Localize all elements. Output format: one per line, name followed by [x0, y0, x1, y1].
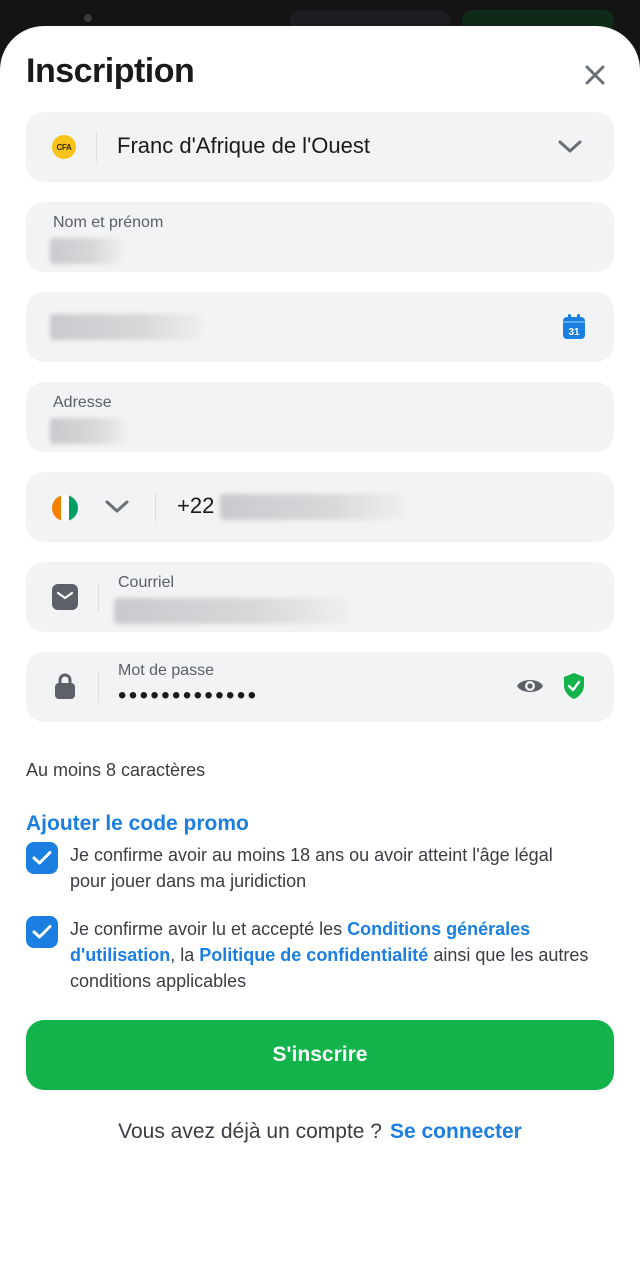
- shield-check-icon: [564, 673, 584, 699]
- phone-number-redacted: [220, 494, 404, 520]
- address-value-redacted: [50, 418, 126, 444]
- fullname-value-redacted: [50, 238, 122, 264]
- country-chevron-down-icon[interactable]: [104, 498, 130, 516]
- add-promo-code-link[interactable]: Ajouter le code promo: [26, 812, 249, 836]
- phone-field[interactable]: +22: [26, 472, 614, 542]
- age-consent-text: Je confirme avoir au moins 18 ans ou avo…: [70, 845, 553, 891]
- calendar-day: 31: [568, 327, 580, 338]
- age-consent-checkbox[interactable]: [26, 842, 58, 874]
- close-button[interactable]: [574, 54, 616, 96]
- divider: [96, 132, 97, 162]
- email-field[interactable]: Courriel: [26, 562, 614, 632]
- fullname-field[interactable]: Nom et prénom: [26, 202, 614, 272]
- login-prompt: Vous avez déjà un compte ?: [118, 1120, 382, 1143]
- email-icon: [52, 584, 78, 610]
- calendar-icon[interactable]: 31: [562, 314, 586, 340]
- login-prompt-row: Vous avez déjà un compte ? Se connecter: [0, 1120, 640, 1144]
- signup-button[interactable]: S'inscrire: [26, 1020, 614, 1090]
- password-value: •••••••••••••: [118, 682, 259, 709]
- eye-icon[interactable]: [516, 676, 544, 696]
- birthdate-field[interactable]: 31: [26, 292, 614, 362]
- fullname-label: Nom et prénom: [53, 214, 164, 231]
- divider: [98, 582, 99, 612]
- divider: [155, 492, 156, 522]
- terms-middle: , la: [170, 945, 200, 965]
- divider: [98, 672, 99, 702]
- email-value-redacted: [114, 598, 348, 624]
- chevron-down-icon: [558, 140, 582, 153]
- terms-prefix: Je confirme avoir lu et accepté les: [70, 919, 348, 939]
- ivory-coast-flag-icon: [52, 495, 78, 521]
- password-hint: Au moins 8 caractères: [26, 760, 206, 780]
- password-field[interactable]: Mot de passe •••••••••••••: [26, 652, 614, 722]
- phone-prefix: +22: [177, 493, 215, 518]
- address-label: Adresse: [53, 394, 112, 411]
- checkmark-icon: [32, 925, 52, 939]
- address-field[interactable]: Adresse: [26, 382, 614, 452]
- cfa-currency-icon: CFA: [52, 135, 76, 159]
- camera-dot: [84, 14, 92, 22]
- registration-sheet: Inscription CFA Franc d'Afrique de l'Oue…: [0, 26, 640, 1280]
- checkmark-icon: [32, 851, 52, 865]
- terms-consent-text: Je confirme avoir lu et accepté les Cond…: [70, 916, 590, 994]
- lock-icon: [55, 673, 75, 699]
- login-link[interactable]: Se connecter: [390, 1120, 522, 1143]
- password-label: Mot de passe: [118, 662, 215, 679]
- close-icon: [585, 65, 605, 85]
- terms-consent-checkbox[interactable]: [26, 916, 58, 948]
- page-title: Inscription: [26, 52, 195, 90]
- birthdate-value-redacted: [50, 314, 202, 340]
- currency-select[interactable]: CFA Franc d'Afrique de l'Ouest: [26, 112, 614, 182]
- email-label: Courriel: [118, 574, 175, 591]
- privacy-policy-link[interactable]: Politique de confidentialité: [199, 945, 428, 965]
- currency-value: Franc d'Afrique de l'Ouest: [117, 133, 370, 158]
